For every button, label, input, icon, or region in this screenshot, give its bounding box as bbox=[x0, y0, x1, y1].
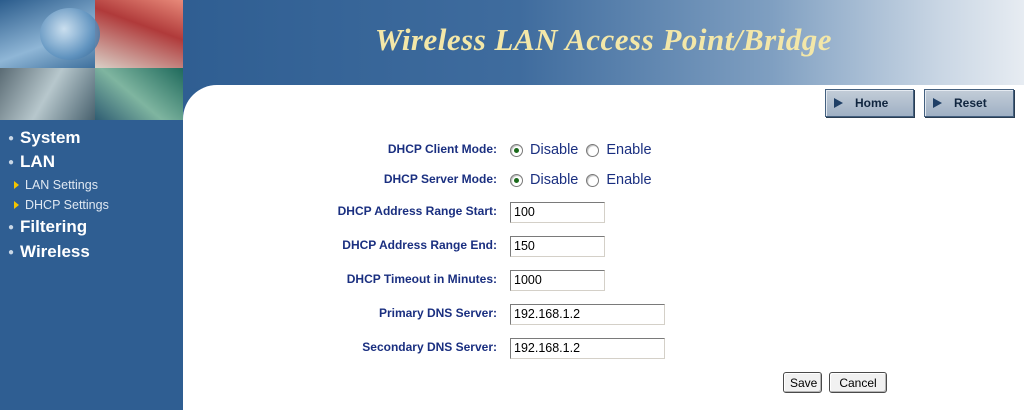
secondary-dns-input[interactable] bbox=[510, 337, 665, 359]
primary-dns-input[interactable] bbox=[510, 303, 665, 325]
globe-icon bbox=[40, 8, 100, 60]
secondary-dns-row: Secondary DNS Server: bbox=[183, 336, 1024, 360]
home-arrow-icon bbox=[834, 98, 843, 108]
radio-icon bbox=[510, 143, 523, 157]
bullet-dot-icon: ● bbox=[8, 246, 15, 258]
bullet-dot-icon: ● bbox=[8, 156, 15, 168]
radio-icon bbox=[510, 173, 523, 187]
sidebar-item-label: LAN Settings bbox=[25, 178, 98, 192]
title-bar: Wireless LAN Access Point/Bridge bbox=[183, 0, 1024, 88]
range-start-input[interactable] bbox=[510, 201, 605, 223]
page-header: Wireless LAN Access Point/Bridge Home Re… bbox=[0, 0, 1024, 125]
primary-dns-label: Primary DNS Server: bbox=[378, 306, 497, 320]
sidebar-item-dhcp-settings[interactable]: DHCP Settings bbox=[14, 198, 109, 212]
sidebar-item-lan[interactable]: ● LAN bbox=[8, 152, 55, 172]
timeout-row: DHCP Timeout in Minutes: bbox=[183, 268, 1024, 292]
secondary-dns-label: Secondary DNS Server: bbox=[362, 340, 497, 354]
dhcp-server-enable-radio[interactable]: Enable bbox=[586, 172, 652, 188]
timeout-input[interactable] bbox=[510, 269, 605, 291]
range-end-label: DHCP Address Range End: bbox=[342, 238, 497, 252]
home-button-label: Home bbox=[855, 96, 889, 110]
timeout-label: DHCP Timeout in Minutes: bbox=[346, 272, 497, 286]
range-start-row: DHCP Address Range Start: bbox=[183, 200, 1024, 224]
radio-icon bbox=[586, 143, 600, 157]
cancel-button[interactable]: Cancel bbox=[829, 372, 887, 393]
sidebar-item-label: System bbox=[20, 128, 81, 147]
dhcp-server-mode-radios: Disable Enable bbox=[510, 168, 660, 192]
dhcp-client-mode-row: DHCP Client Mode: Disable Enable bbox=[183, 138, 1024, 162]
dhcp-client-mode-radios: Disable Enable bbox=[510, 138, 660, 162]
dhcp-server-disable-radio[interactable]: Disable bbox=[510, 172, 578, 188]
sidebar-item-filtering[interactable]: ● Filtering bbox=[8, 217, 87, 237]
sidebar-item-label: Filtering bbox=[20, 217, 88, 236]
sidebar-item-wireless[interactable]: ● Wireless bbox=[8, 242, 90, 262]
home-button[interactable]: Home bbox=[825, 89, 914, 117]
range-end-input[interactable] bbox=[510, 235, 605, 257]
bullet-dot-icon: ● bbox=[8, 221, 15, 233]
sidebar-item-label: DHCP Settings bbox=[25, 198, 109, 212]
sidebar-item-lan-settings[interactable]: LAN Settings bbox=[14, 178, 98, 192]
range-end-row: DHCP Address Range End: bbox=[183, 234, 1024, 258]
primary-dns-row: Primary DNS Server: bbox=[183, 302, 1024, 326]
dhcp-client-disable-radio[interactable]: Disable bbox=[510, 142, 578, 158]
sidebar: ● System ● LAN LAN Settings DHCP Setting… bbox=[0, 120, 183, 410]
sidebar-item-label: LAN bbox=[20, 152, 55, 171]
dhcp-server-mode-label: DHCP Server Mode: bbox=[383, 172, 497, 186]
sidebar-item-system[interactable]: ● System bbox=[8, 128, 81, 148]
header-collage-image bbox=[0, 0, 183, 120]
page-title: Wireless LAN Access Point/Bridge bbox=[374, 22, 833, 57]
dhcp-client-enable-radio[interactable]: Enable bbox=[586, 142, 652, 158]
sub-arrow-icon bbox=[14, 201, 19, 209]
radio-icon bbox=[586, 173, 600, 187]
sidebar-item-label: Wireless bbox=[20, 242, 90, 261]
reset-arrow-icon bbox=[933, 98, 942, 108]
bullet-dot-icon: ● bbox=[8, 132, 15, 144]
sub-arrow-icon bbox=[14, 181, 19, 189]
range-start-label: DHCP Address Range Start: bbox=[337, 204, 497, 218]
save-button[interactable]: Save bbox=[783, 372, 822, 393]
dhcp-client-mode-label: DHCP Client Mode: bbox=[387, 142, 497, 156]
reset-button-label: Reset bbox=[954, 96, 987, 110]
dhcp-server-mode-row: DHCP Server Mode: Disable Enable bbox=[183, 168, 1024, 192]
reset-button[interactable]: Reset bbox=[924, 89, 1014, 117]
